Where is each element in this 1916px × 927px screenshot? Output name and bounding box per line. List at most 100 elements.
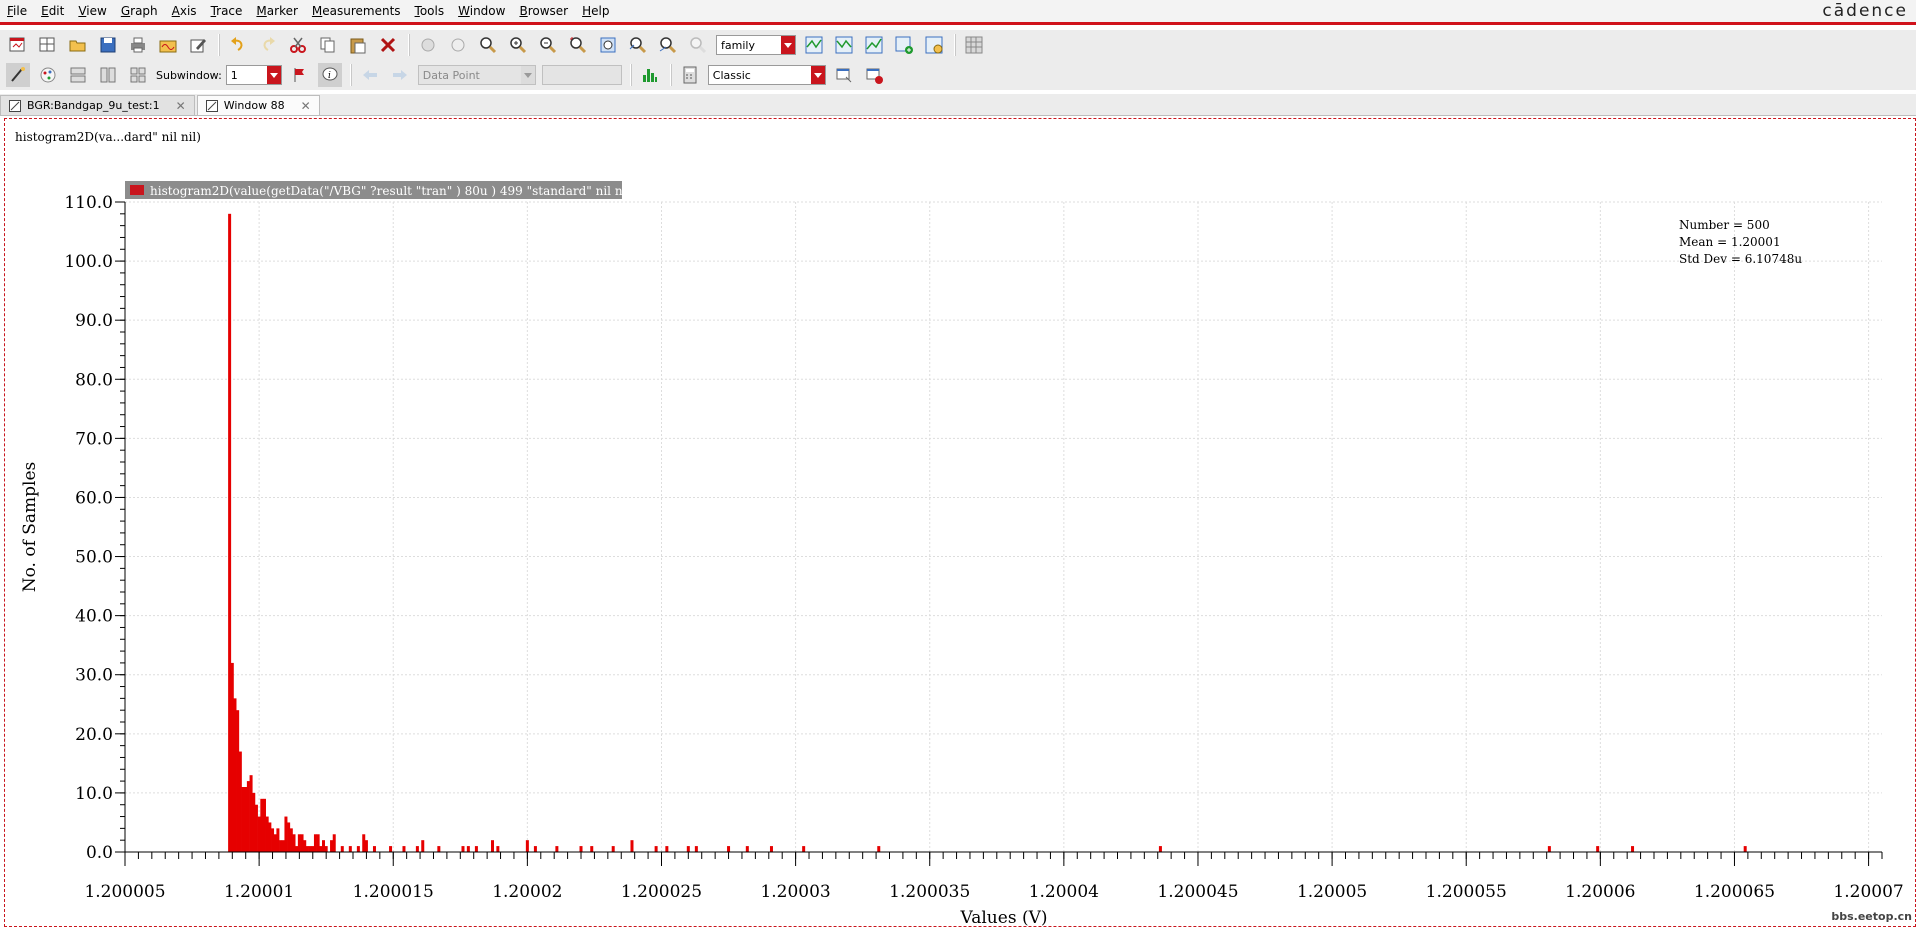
histogram-bar xyxy=(1631,846,1635,852)
x-tick-label: 1.20006 xyxy=(1565,882,1635,902)
histogram-bar xyxy=(437,846,441,852)
y-tick-label: 0.0 xyxy=(86,843,113,863)
histogram-bar xyxy=(228,213,232,852)
x-axis-label: Values (V) xyxy=(960,908,1048,927)
histogram-bar xyxy=(555,846,559,852)
histogram-bar xyxy=(246,781,250,852)
histogram-bar xyxy=(308,846,312,852)
legend-label: histogram2D(value(getData("/VBG" ?result… xyxy=(150,184,635,198)
histogram-bar xyxy=(254,804,258,852)
histogram-bar xyxy=(273,834,277,852)
histogram-bar xyxy=(316,834,320,852)
histogram-bar xyxy=(362,834,366,852)
histogram-bar xyxy=(238,751,242,852)
y-axis-label: No. of Samples xyxy=(20,462,40,593)
legend-swatch xyxy=(130,185,144,195)
histogram-bar xyxy=(241,787,245,852)
x-tick-label: 1.200045 xyxy=(1157,882,1238,902)
x-tick-label: 1.200035 xyxy=(889,882,970,902)
histogram-bar xyxy=(1547,846,1551,852)
histogram-bar xyxy=(332,834,336,852)
histogram-bar xyxy=(665,846,669,852)
stat-std-dev: Std Dev = 6.10748u xyxy=(1679,252,1802,266)
histogram-bar xyxy=(421,840,425,852)
histogram-bars xyxy=(228,213,1747,852)
histogram-bar xyxy=(389,846,393,852)
histogram-bar xyxy=(262,798,266,852)
histogram-bar xyxy=(1743,846,1747,852)
histogram-bar xyxy=(244,787,248,852)
histogram-bar xyxy=(340,846,344,852)
histogram-bar xyxy=(268,822,272,852)
histogram-bar xyxy=(271,828,275,852)
x-tick-label: 1.200065 xyxy=(1694,882,1775,902)
histogram-bar xyxy=(1158,846,1162,852)
grid xyxy=(124,201,1882,853)
histogram-bar xyxy=(319,846,323,852)
histogram-bar xyxy=(348,846,352,852)
histogram-bar xyxy=(466,846,470,852)
histogram-bar xyxy=(249,775,253,852)
histogram-bar xyxy=(474,846,478,852)
histogram-bar xyxy=(324,846,328,852)
watermark: bbs.eetop.cn xyxy=(1831,910,1912,923)
y-tick-label: 90.0 xyxy=(75,311,113,331)
y-tick-label: 110.0 xyxy=(64,193,113,213)
histogram-bar xyxy=(611,846,615,852)
histogram-bar xyxy=(590,846,594,852)
histogram-bar xyxy=(686,846,690,852)
x-tick-label: 1.200015 xyxy=(353,882,434,902)
histogram-bar xyxy=(490,840,494,852)
y-tick-label: 80.0 xyxy=(75,370,113,390)
x-tick-label: 1.20003 xyxy=(760,882,830,902)
histogram-bar xyxy=(252,792,256,852)
y-tick-label: 40.0 xyxy=(75,607,113,627)
histogram-bar xyxy=(877,846,881,852)
y-tick-label: 10.0 xyxy=(75,784,113,804)
x-tick-label: 1.200005 xyxy=(84,882,165,902)
x-tick-label: 1.20004 xyxy=(1029,882,1099,902)
x-tick-label: 1.20002 xyxy=(492,882,562,902)
y-tick-label: 30.0 xyxy=(75,666,113,686)
histogram-bar xyxy=(281,840,285,852)
histogram-bar xyxy=(415,846,419,852)
histogram-bar xyxy=(289,828,293,852)
histogram-bar xyxy=(230,662,234,852)
histogram-bar xyxy=(292,834,296,852)
y-tick-label: 100.0 xyxy=(64,252,113,272)
y-tick-label: 60.0 xyxy=(75,488,113,508)
histogram-bar xyxy=(402,846,406,852)
histogram-bar xyxy=(364,840,368,852)
histogram-bar xyxy=(313,834,317,852)
histogram-bar xyxy=(297,834,301,852)
histogram-bar xyxy=(694,846,698,852)
histogram-bar xyxy=(260,798,264,852)
histogram-chart[interactable]: 0.0 10.0 20.0 30.0 40.0 50.0 60.0 70.0 80.0 90.0 1… xyxy=(0,0,1916,927)
histogram-bar xyxy=(727,846,731,852)
histogram-bar xyxy=(802,846,806,852)
x-tick-label: 1.20007 xyxy=(1833,882,1903,902)
histogram-bar xyxy=(279,840,283,852)
histogram-bar xyxy=(654,846,658,852)
histogram-bar xyxy=(525,840,529,852)
histogram-bar xyxy=(769,846,773,852)
stat-number: Number = 500 xyxy=(1679,218,1770,232)
histogram-bar xyxy=(630,840,634,852)
histogram-bar xyxy=(311,846,315,852)
histogram-bar xyxy=(287,822,291,852)
histogram-bar xyxy=(533,846,537,852)
x-tick-label: 1.20005 xyxy=(1297,882,1367,902)
histogram-bar xyxy=(745,846,749,852)
y-tick-label: 20.0 xyxy=(75,725,113,745)
x-tick-label: 1.200025 xyxy=(621,882,702,902)
y-tick-label: 70.0 xyxy=(75,429,113,449)
histogram-bar xyxy=(461,846,465,852)
histogram-bar xyxy=(265,816,269,852)
histogram-bar xyxy=(579,846,583,852)
histogram-bar xyxy=(322,840,326,852)
histogram-bar xyxy=(496,846,500,852)
stat-mean: Mean = 1.20001 xyxy=(1679,235,1781,249)
legend[interactable]: histogram2D(value(getData("/VBG" ?result… xyxy=(125,181,635,199)
histogram-bar xyxy=(330,840,334,852)
y-tick-label: 50.0 xyxy=(75,548,113,568)
